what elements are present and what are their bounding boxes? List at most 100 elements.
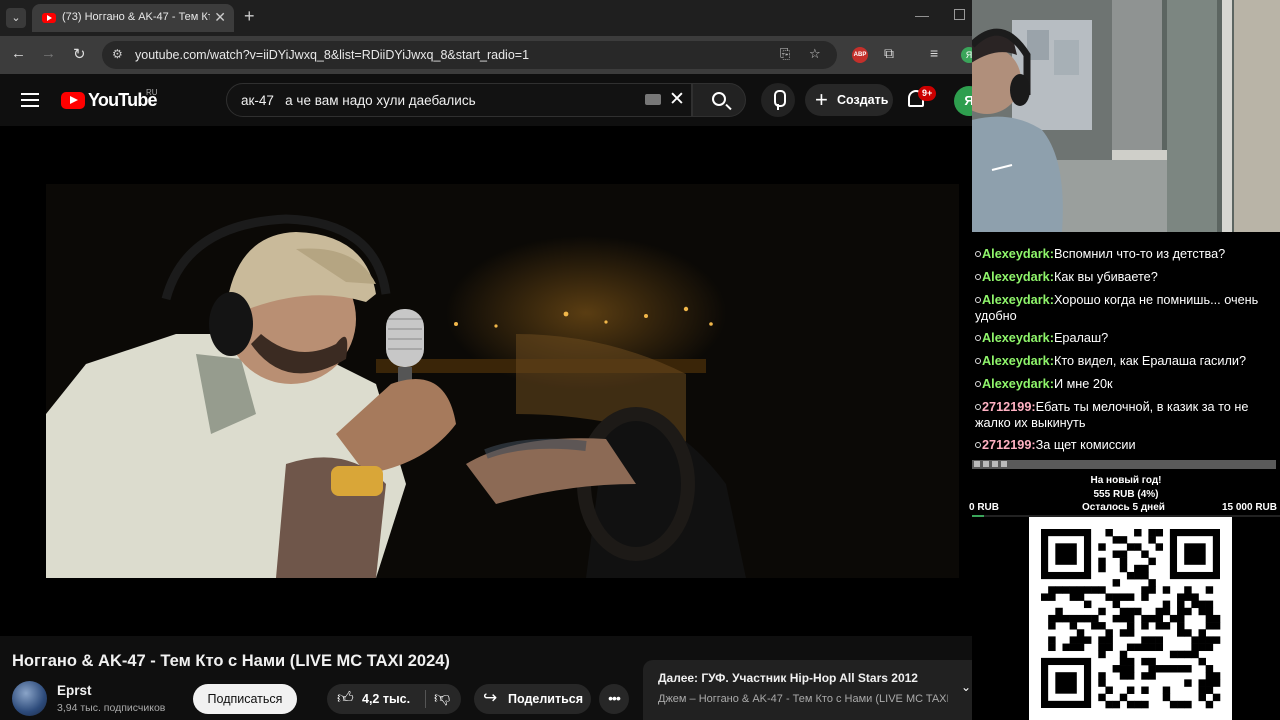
like-count[interactable]: 4,2 тыс.	[362, 692, 410, 706]
search-button[interactable]	[692, 83, 746, 117]
chat-tool-icon[interactable]	[1001, 461, 1007, 467]
account-avatar[interactable]: Я	[954, 86, 972, 116]
tab-bar: ⌄ (73) Ноггано & AK-47 - Тем Кто ✕ + —	[0, 0, 972, 36]
share-button[interactable]: ↪ Поделиться	[474, 684, 591, 714]
search-input[interactable]: ак-47 а че вам надо хули даебались ✕	[226, 83, 692, 117]
up-next-title[interactable]: Далее: ГУФ. Участник Hip-Hop All Stars 2…	[658, 671, 918, 685]
donation-goal-title: На новый год!	[1090, 475, 1162, 486]
chat-badge-icon	[975, 251, 981, 257]
chat-message: Alexeydark:Кто видел, как Ералаша гасили…	[975, 353, 1275, 369]
chat-tool-icon[interactable]	[983, 461, 989, 467]
chat-username: Alexeydark:	[982, 354, 1054, 368]
chat-message: Alexeydark:Как вы убиваете?	[975, 269, 1275, 285]
chat-badge-icon	[975, 297, 981, 303]
chevron-down-icon[interactable]: ⌄	[961, 680, 971, 694]
chat-message: Alexeydark:Хорошо когда не помнишь... оч…	[975, 292, 1275, 324]
chat-text: И мне 20к	[1053, 377, 1113, 391]
share-arrow-icon: ↪	[483, 688, 498, 707]
donation-qr-code	[1029, 517, 1232, 720]
video-still-image	[46, 184, 959, 578]
chat-badge-icon	[975, 335, 981, 341]
forward-arrow-icon[interactable]: →	[41, 45, 56, 62]
youtube-logo-icon[interactable]	[61, 92, 85, 109]
channel-subscriber-count: 3,94 тыс. подписчиков	[57, 702, 166, 714]
bookmark-star-icon[interactable]: ☆	[809, 46, 821, 62]
menu-hamburger-icon[interactable]	[21, 93, 39, 107]
stream-chat: Alexeydark:Вспомнил что-то из детства? A…	[972, 232, 1280, 460]
reload-icon[interactable]: ↻	[73, 45, 86, 63]
tab-search-button[interactable]: ⌄	[6, 8, 26, 28]
chat-username: Alexeydark:	[982, 247, 1054, 261]
media-queue-icon[interactable]: ≡	[930, 45, 938, 61]
qr-code-image	[1041, 529, 1221, 709]
search-input-value[interactable]: ак-47 а че вам надо хули даебались	[241, 93, 476, 108]
donation-min: 0 RUB	[969, 502, 1000, 513]
extensions-puzzle-icon[interactable]: ⧉	[884, 45, 894, 62]
create-button[interactable]: + Создать	[805, 84, 893, 116]
voice-search-mic-icon[interactable]	[761, 83, 795, 117]
browser-profile-avatar[interactable]: Я	[961, 47, 972, 63]
omnibox[interactable]: ⚙ youtube.com/watch?v=iiDYiJwxq_8&list=R…	[102, 41, 837, 69]
donation-progress-fill	[972, 515, 985, 517]
install-app-icon[interactable]: ⎘	[780, 46, 790, 62]
tab-close-icon[interactable]: ✕	[214, 9, 226, 26]
plus-icon: +	[815, 87, 828, 112]
up-next-subtitle: Джем – Ноггано & AK-47 - Тем Кто с Нами …	[658, 693, 948, 705]
chat-message: 2712199:Ебать ты мелочной, в казик за то…	[975, 399, 1275, 431]
youtube-header: YouTube RU ак-47 а че вам надо хули даеб…	[0, 74, 972, 126]
tab-youtube[interactable]: (73) Ноггано & AK-47 - Тем Кто ✕	[32, 4, 234, 32]
video-frame[interactable]	[46, 184, 959, 578]
clear-search-icon[interactable]: ✕	[669, 88, 685, 111]
chat-username: 2712199:	[982, 400, 1036, 414]
video-player[interactable]	[0, 126, 972, 636]
donation-goal-widget: На новый год! 555 RUB (4%) 0 RUB Осталос…	[969, 469, 1280, 517]
chat-text: Кто видел, как Ералаша гасили?	[1053, 354, 1247, 368]
chat-badge-icon	[975, 404, 981, 410]
adblock-extension-icon[interactable]: ABP	[852, 47, 868, 63]
chat-badge-icon	[975, 274, 981, 280]
chat-tool-icon[interactable]	[974, 461, 980, 467]
donation-amount: 555 RUB (4%)	[1093, 489, 1159, 500]
url-text[interactable]: youtube.com/watch?v=iiDYiJwxq_8&list=RDi…	[135, 48, 529, 62]
chat-toolbar	[972, 460, 1276, 469]
share-label: Поделиться	[508, 692, 584, 706]
video-title: Ноггано & AK-47 - Тем Кто с Нами (LIVE M…	[12, 652, 450, 670]
chat-username: Alexeydark:	[982, 331, 1054, 345]
chat-badge-icon	[975, 442, 981, 448]
chat-username: Alexeydark:	[982, 293, 1054, 307]
window-minimize-icon[interactable]: —	[915, 7, 929, 23]
back-arrow-icon[interactable]: ←	[11, 45, 26, 62]
youtube-region-label: RU	[146, 88, 158, 97]
up-next-card[interactable]: Далее: ГУФ. Участник Hip-Hop All Stars 2…	[643, 660, 972, 720]
notifications-badge: 9+	[918, 86, 937, 101]
chat-text: Ералаш?	[1053, 331, 1109, 345]
youtube-favicon-icon	[42, 13, 56, 23]
thumbs-up-icon[interactable]: 👍︎	[337, 689, 354, 708]
channel-name[interactable]: Eprst	[57, 683, 92, 698]
webcam-feed	[972, 0, 1280, 232]
donation-max: 15 000 RUB	[1221, 502, 1277, 513]
new-tab-icon[interactable]: +	[244, 6, 255, 27]
chat-username: Alexeydark:	[982, 270, 1054, 284]
more-actions-icon[interactable]: •••	[599, 684, 629, 714]
search-icon	[712, 92, 726, 106]
chat-username: Alexeydark:	[982, 377, 1054, 391]
chat-username: 2712199:	[982, 438, 1036, 452]
chat-tool-icon[interactable]	[992, 461, 998, 467]
thumbs-down-icon[interactable]: 👎︎	[434, 689, 450, 708]
chat-badge-icon	[975, 381, 981, 387]
chat-badge-icon	[975, 358, 981, 364]
channel-avatar[interactable]	[12, 681, 47, 716]
keyboard-icon[interactable]	[645, 94, 661, 105]
donation-remaining: Осталось 5 дней	[1082, 502, 1165, 513]
chat-message: Alexeydark:Ералаш?	[975, 330, 1275, 346]
chat-text: За щет комиссии	[1035, 438, 1136, 452]
window-maximize-icon[interactable]	[954, 9, 965, 20]
chat-text: Вспомнил что-то из детства?	[1053, 247, 1226, 261]
chat-message: Alexeydark:Вспомнил что-то из детства?	[975, 246, 1275, 262]
like-separator	[425, 690, 426, 708]
chat-text: Как вы убиваете?	[1053, 270, 1158, 284]
site-info-icon[interactable]: ⚙	[112, 47, 123, 61]
chat-message: Alexeydark:И мне 20к	[975, 376, 1275, 392]
subscribe-button[interactable]: Подписаться	[193, 684, 297, 714]
